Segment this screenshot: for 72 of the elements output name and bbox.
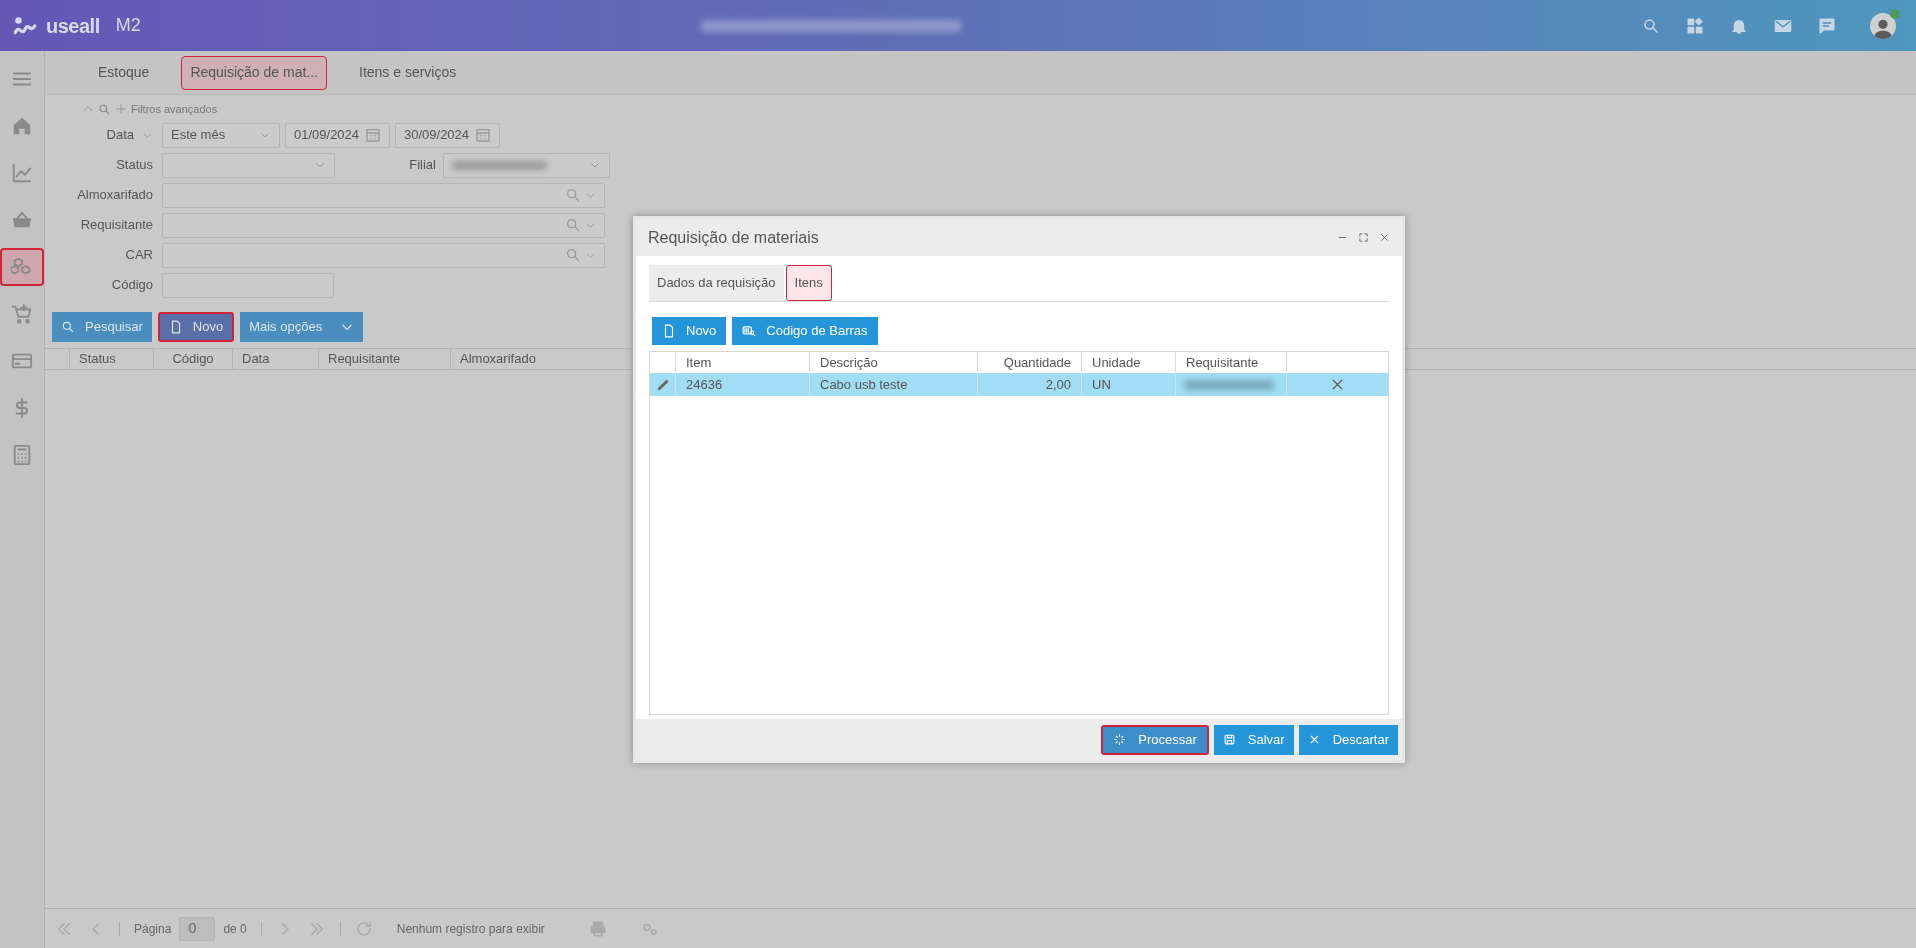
table-row[interactable]: 24636 Cabo usb teste 2,00 UN [650,373,1388,396]
empty-message: Nenhum registro para exibir [396,920,545,938]
boxes-button[interactable] [0,248,44,286]
page-count: de 0 [223,920,247,938]
table-cell: 24636 [676,373,810,396]
chat-icon[interactable] [1818,16,1836,35]
lookup-field[interactable] [162,212,605,238]
tab[interactable]: Itens e serviços [351,55,465,90]
cart-add-icon [11,303,33,325]
print-icon[interactable] [588,919,607,938]
avatar[interactable] [1870,12,1896,39]
pencil-icon [655,377,670,392]
column-header[interactable]: Status [70,348,154,369]
dialog-title: Requisição de materiais [648,227,819,248]
refresh-icon[interactable] [354,919,373,938]
search-icon [565,217,581,233]
barcode-button[interactable]: Codigo de Barras [732,317,878,345]
spinner-icon [1113,733,1127,746]
tab[interactable]: Estoque [90,55,158,90]
search-icon [98,102,111,116]
delete-icon[interactable] [1330,377,1345,392]
close-icon[interactable] [1379,232,1390,243]
search-icon [565,187,581,203]
field-label: CAR [124,246,154,265]
table-cell: Cabo usb teste [810,373,978,396]
logo-text: useall [46,13,100,39]
process-button[interactable]: Processar [1101,724,1209,755]
field-label: Requisitante [79,216,154,235]
date-field[interactable]: 30/09/2024 [395,122,500,148]
search-icon [61,319,75,334]
discard-button[interactable]: Descartar [1298,724,1398,755]
lookup-field[interactable] [162,182,605,208]
date-type-select[interactable]: Data [72,125,157,145]
field-label: Filial [408,156,437,175]
tab[interactable]: Requisição de mat... [181,55,327,90]
product-name: M2 [115,14,141,37]
select-field[interactable] [443,152,610,178]
advanced-filters-link[interactable]: Filtros avançados [131,101,218,118]
floppy-icon [1222,733,1236,746]
page-field[interactable]: 0 [179,916,216,941]
dropdown-button[interactable]: Mais opções [240,311,364,342]
tab[interactable]: Dados da requisição [649,265,784,301]
maximize-icon[interactable] [1358,232,1369,243]
select-field[interactable]: Este mês [162,122,280,148]
barcode-icon [742,324,757,338]
field-label: Código [110,276,154,295]
field-label: Status [115,156,154,175]
new-button[interactable]: Novo [652,317,727,345]
column-header[interactable]: Código [154,348,233,369]
search-button[interactable]: Pesquisar [52,311,152,342]
search-icon[interactable] [1642,16,1660,35]
column-header[interactable]: Data [233,348,319,369]
calendar-icon [365,127,381,143]
apps-icon[interactable] [1686,16,1704,35]
tab[interactable]: Itens [785,265,832,301]
line-chart-icon [11,162,33,184]
table-cell: UN [1082,373,1176,396]
lookup-field[interactable] [162,242,605,268]
save-button[interactable]: Salvar [1213,724,1294,755]
new-button[interactable]: Novo [157,311,235,342]
calendar-icon [475,127,491,143]
plus-icon [115,103,127,116]
table-cell: 2,00 [978,373,1082,396]
page-label: Página [134,920,172,938]
home-icon [11,115,33,137]
document-icon [662,324,676,338]
search-icon [565,247,581,263]
field-label: Almoxarifado [76,186,154,205]
column-header[interactable]: Requisitante [319,348,451,369]
date-field[interactable]: 01/09/2024 [285,122,390,148]
calculator-icon [11,444,33,466]
select-field[interactable] [162,152,335,178]
